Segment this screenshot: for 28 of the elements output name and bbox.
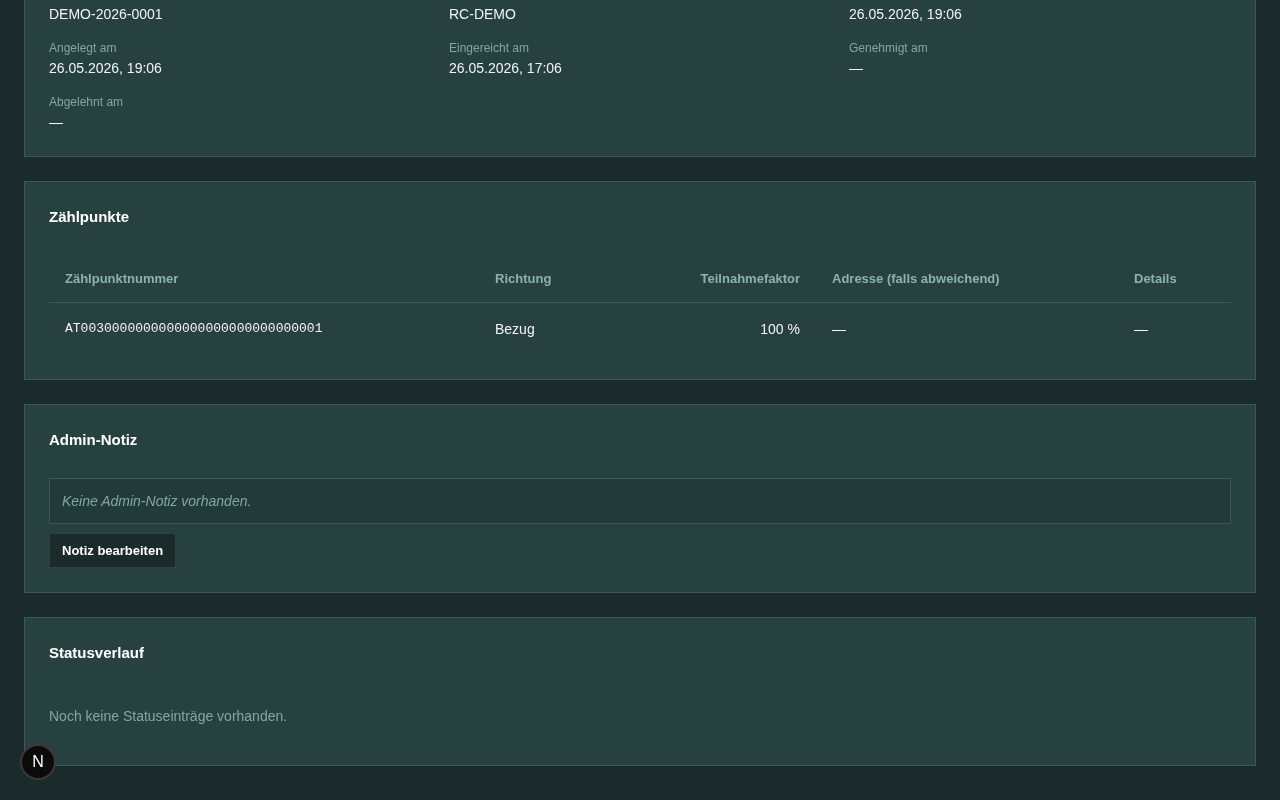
table-cell: — xyxy=(1118,302,1231,355)
field-value: — xyxy=(849,59,864,78)
field-label: Abgelehnt am xyxy=(49,94,125,110)
field-value: 26.05.2026, 19:06 xyxy=(849,5,963,24)
column-header: Teilnahmefaktor xyxy=(629,256,816,303)
table-cell: Bezug xyxy=(479,302,629,355)
column-header: Adresse (falls abweichend) xyxy=(816,256,1118,303)
field-value: 26.05.2026, 19:06 xyxy=(49,59,163,78)
field-value: DEMO-2026-0001 xyxy=(49,5,164,24)
table-cell: 100 % xyxy=(629,302,816,355)
empty-state-text: Noch keine Statuseinträge vorhanden. xyxy=(49,707,289,726)
field-label: Angelegt am xyxy=(49,40,118,56)
dev-tools-button[interactable]: N xyxy=(20,744,56,780)
field-label: Genehmigt am xyxy=(849,40,929,56)
field-value: — xyxy=(49,113,64,132)
section-title: Statusverlauf xyxy=(49,643,146,663)
field-label: Eingereicht am xyxy=(449,40,531,56)
column-header: Zählpunktnummer xyxy=(49,256,479,303)
table-cell: — xyxy=(816,302,1118,355)
column-header: Details xyxy=(1118,256,1231,303)
section-title: Zählpunkte xyxy=(49,207,130,227)
edit-note-button[interactable]: Notiz bearbeiten xyxy=(49,533,177,568)
table-cell: AT0030000000000000000000000000001 xyxy=(49,302,479,355)
field-value: RC-DEMO xyxy=(449,5,517,24)
column-header: Richtung xyxy=(479,256,629,303)
section-title: Admin-Notiz xyxy=(49,430,139,450)
admin-note-panel: Keine Admin-Notiz vorhanden. xyxy=(49,478,1231,524)
field-value: 26.05.2026, 17:06 xyxy=(449,59,563,78)
